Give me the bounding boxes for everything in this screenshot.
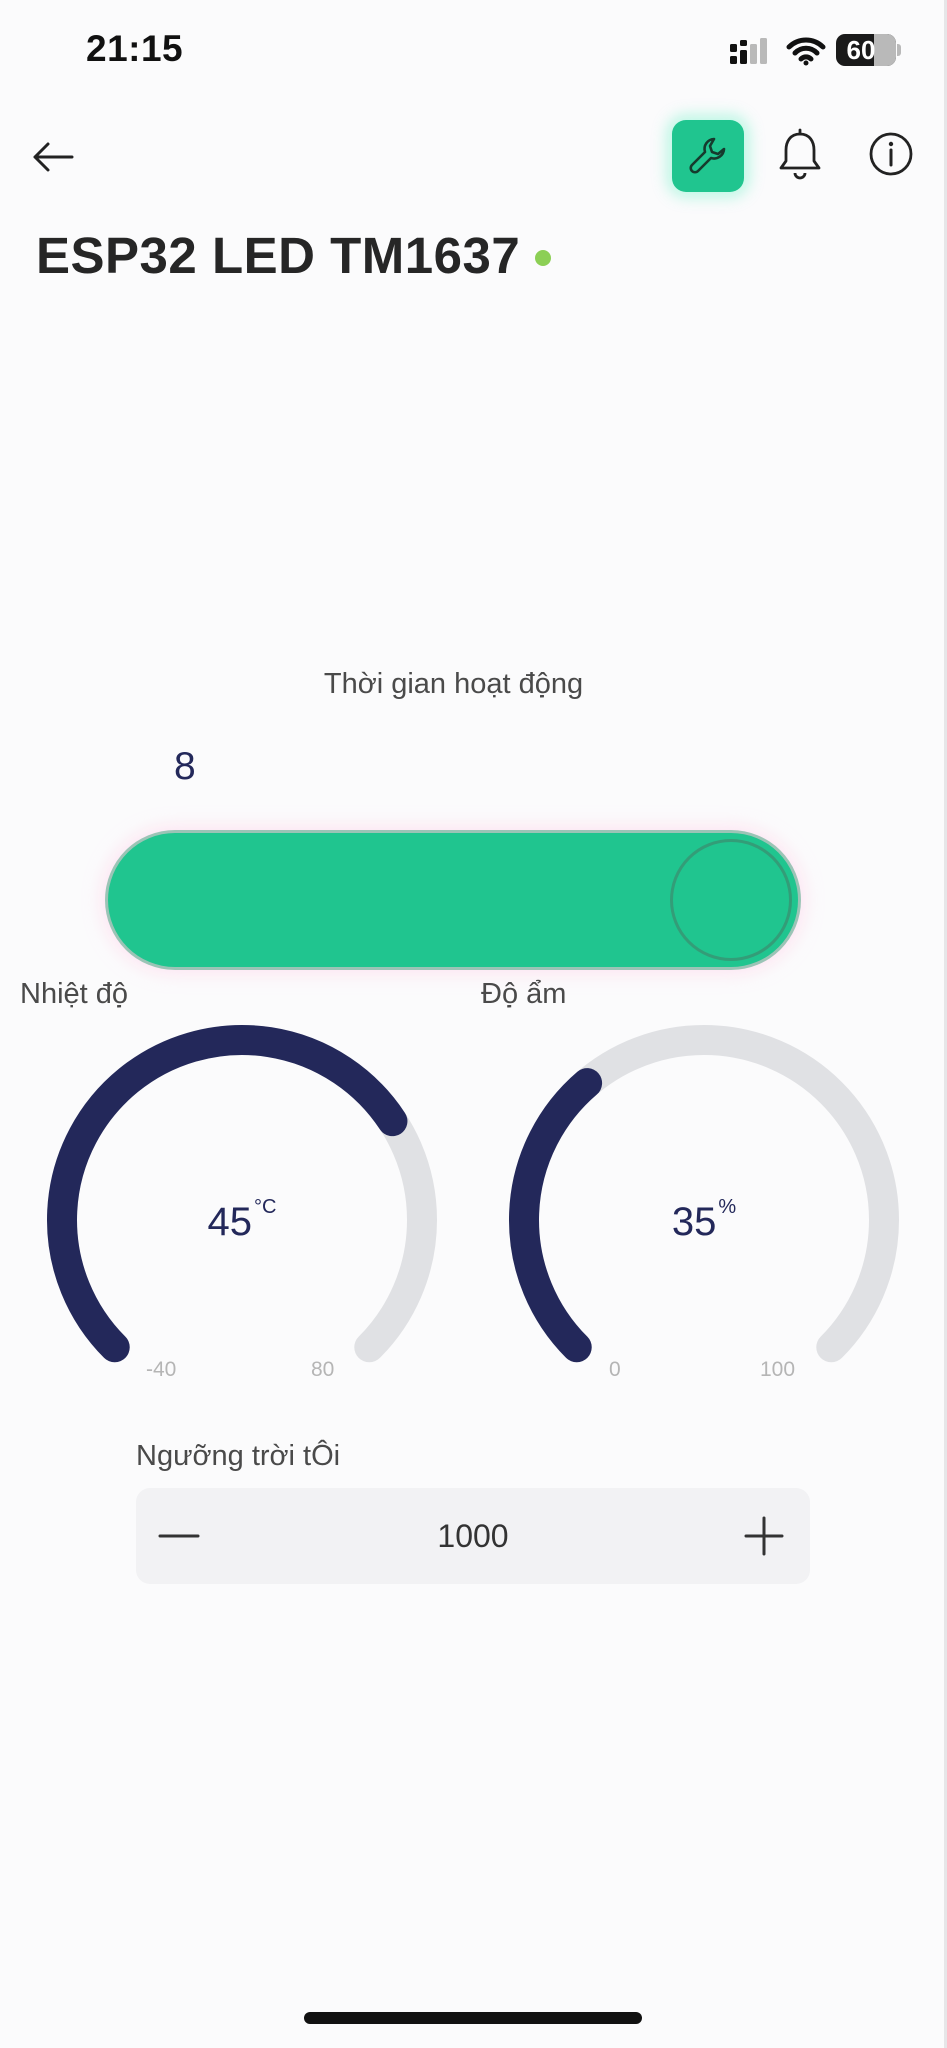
slider-value: 8: [174, 745, 196, 788]
temperature-min: -40: [146, 1358, 177, 1381]
humidity-label: Độ̣ ẩm: [481, 978, 567, 1010]
stepper-label: Ngưỡng trời tÔi: [136, 1440, 341, 1472]
stepper-value[interactable]: 1000: [136, 1488, 810, 1584]
temperature-value-wrap: 45 °C: [22, 1196, 462, 1245]
humidity-max: 100: [760, 1358, 796, 1381]
temperature-label: Nhiệt độ̣: [20, 978, 129, 1010]
minus-icon[interactable]: [156, 1512, 204, 1560]
humidity-unit: %: [718, 1196, 737, 1218]
darkness-threshold-stepper: 1000: [136, 1488, 810, 1584]
humidity-min: 0: [609, 1358, 621, 1381]
temperature-value: 45: [207, 1200, 253, 1244]
temperature-unit: °C: [254, 1196, 277, 1218]
device-settings-button[interactable]: [672, 120, 744, 192]
battery-level: 60: [846, 35, 876, 65]
device-name: ESP32 LED TM1637: [36, 227, 521, 284]
cellular-signal-icon: [730, 38, 767, 64]
slider-handle[interactable]: [670, 839, 792, 961]
back-arrow-icon[interactable]: [28, 132, 78, 182]
wrench-icon: [689, 137, 726, 174]
operating-time-slider[interactable]: [108, 833, 798, 967]
humidity-value-wrap: 35%: [484, 1196, 924, 1245]
online-status-dot: [535, 250, 551, 266]
status-time: 21:15: [86, 28, 184, 69]
temperature-max: 80: [311, 1358, 335, 1381]
info-icon[interactable]: [868, 131, 914, 177]
humidity-value: 35: [671, 1200, 717, 1244]
slider-title: Thời gian hoạt độ̣ng: [323, 668, 584, 700]
wifi-icon: [786, 37, 826, 66]
home-indicator: [304, 2012, 642, 2024]
battery-indicator: 60: [836, 34, 896, 66]
battery-tip: [897, 44, 901, 56]
plus-icon[interactable]: [740, 1512, 788, 1560]
temperature-gauge-fill: [47, 1025, 408, 1363]
bell-icon[interactable]: [776, 128, 824, 184]
